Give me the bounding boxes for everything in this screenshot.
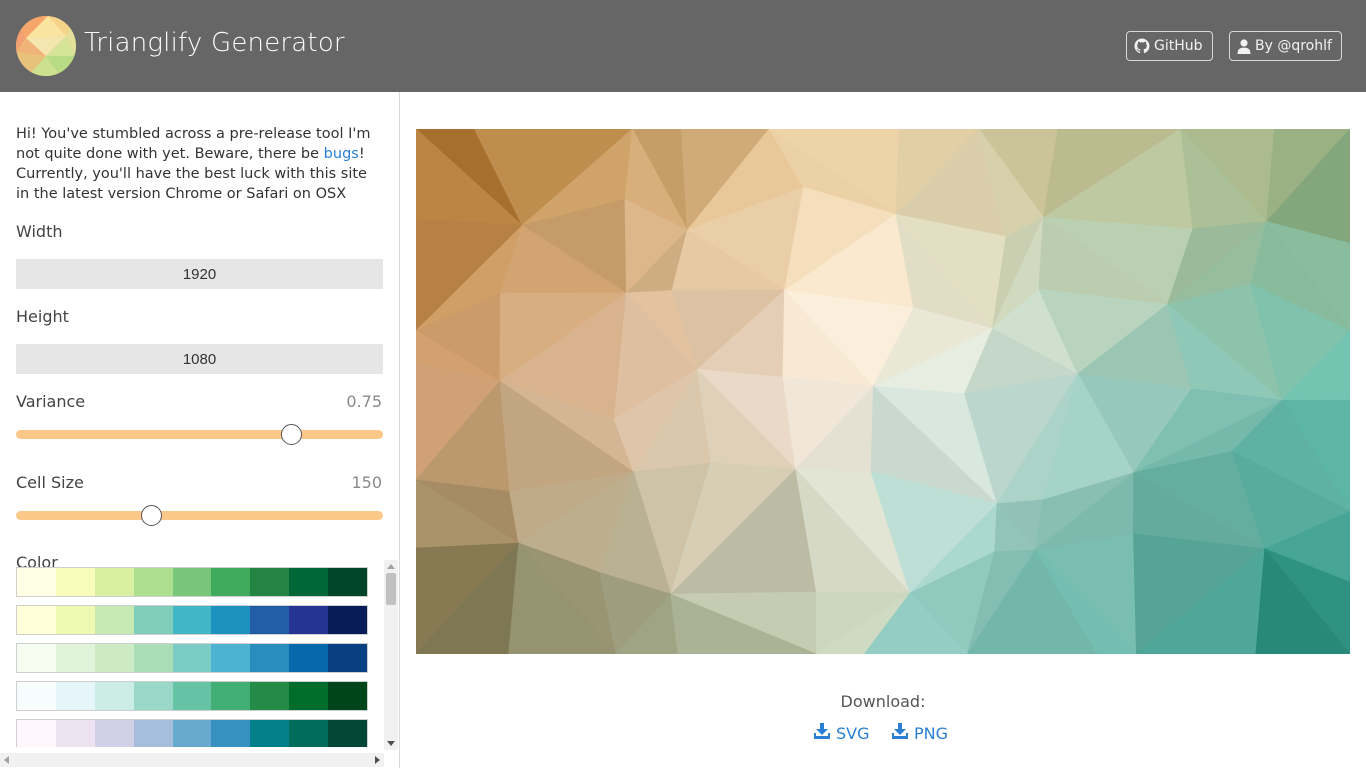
- github-button[interactable]: GitHub: [1126, 31, 1213, 61]
- palette-swatch: [172, 644, 212, 672]
- palette-swatch: [55, 644, 95, 672]
- cell-size-slider[interactable]: [16, 503, 383, 527]
- palette-swatch: [94, 720, 134, 747]
- variance-slider[interactable]: [16, 422, 383, 446]
- palette-swatch: [250, 568, 290, 596]
- author-button[interactable]: By @qrohlf: [1229, 31, 1342, 61]
- palette-swatch: [289, 720, 329, 747]
- palette-swatch: [289, 644, 329, 672]
- download-png-link[interactable]: PNG: [892, 723, 948, 743]
- palette-swatch: [289, 568, 329, 596]
- palette-swatch: [133, 720, 173, 747]
- palette-swatch: [17, 644, 56, 672]
- width-input[interactable]: [16, 259, 383, 289]
- palette-swatch: [55, 720, 95, 747]
- scroll-left-arrow-icon[interactable]: [4, 756, 9, 764]
- download-label: Download:: [840, 692, 926, 711]
- width-label: Width: [16, 222, 63, 241]
- user-icon: [1237, 38, 1251, 54]
- palette-swatch: [328, 682, 368, 710]
- cell-size-value: 150: [351, 473, 382, 492]
- palette-swatch: [211, 644, 251, 672]
- color-palette-list: [16, 567, 368, 747]
- palette-swatch: [211, 720, 251, 747]
- intro-text-part-1: Hi! You've stumbled across a pre-release…: [16, 126, 371, 162]
- palette-swatch: [94, 606, 134, 634]
- palette-swatch: [289, 682, 329, 710]
- scroll-up-arrow-icon[interactable]: [387, 564, 395, 569]
- trianglify-pattern-image: [416, 129, 1350, 654]
- download-svg-link[interactable]: SVG: [814, 723, 870, 743]
- palette-swatch: [17, 606, 56, 634]
- pattern-preview: [416, 129, 1350, 654]
- intro-text: Hi! You've stumbled across a pre-release…: [16, 124, 384, 204]
- palette-scrollbar-vertical[interactable]: [384, 560, 398, 750]
- github-label: GitHub: [1154, 38, 1203, 54]
- color-palette-option[interactable]: [16, 605, 368, 635]
- cell-size-label: Cell Size: [16, 473, 84, 492]
- palette-swatch: [133, 644, 173, 672]
- bugs-link[interactable]: bugs: [324, 146, 359, 162]
- settings-sidebar: Hi! You've stumbled across a pre-release…: [0, 92, 400, 768]
- scroll-down-arrow-icon[interactable]: [387, 741, 395, 746]
- palette-swatch: [250, 682, 290, 710]
- color-palette-option[interactable]: [16, 681, 368, 711]
- palette-swatch: [17, 682, 56, 710]
- height-input[interactable]: [16, 344, 383, 374]
- palette-swatch: [328, 720, 368, 747]
- palette-swatch: [172, 720, 212, 747]
- app-title: Trianglify Generator: [84, 28, 345, 58]
- palette-swatch: [94, 682, 134, 710]
- github-icon: [1134, 38, 1150, 54]
- palette-swatch: [250, 644, 290, 672]
- palette-swatch: [328, 606, 368, 634]
- variance-value: 0.75: [346, 392, 382, 411]
- palette-swatch: [328, 644, 368, 672]
- sidebar-scrollbar-horizontal[interactable]: [0, 753, 384, 767]
- cell-size-slider-thumb[interactable]: [141, 505, 162, 526]
- palette-swatch: [133, 682, 173, 710]
- color-palette-option[interactable]: [16, 719, 368, 747]
- palette-swatch: [289, 606, 329, 634]
- download-png-label: PNG: [914, 723, 949, 743]
- scrollbar-thumb[interactable]: [386, 573, 396, 605]
- palette-swatch: [172, 568, 212, 596]
- download-svg-label: SVG: [836, 723, 870, 743]
- color-palette-option[interactable]: [16, 567, 368, 597]
- palette-swatch: [94, 644, 134, 672]
- download-icon: [814, 723, 830, 743]
- variance-slider-track[interactable]: [16, 430, 383, 439]
- palette-swatch: [94, 568, 134, 596]
- app-header: Trianglify Generator GitHub By @qrohlf: [0, 0, 1366, 92]
- palette-swatch: [211, 682, 251, 710]
- palette-swatch: [172, 682, 212, 710]
- palette-swatch: [55, 682, 95, 710]
- palette-swatch: [17, 720, 56, 747]
- color-palette-option[interactable]: [16, 643, 368, 673]
- variance-slider-thumb[interactable]: [281, 424, 302, 445]
- palette-swatch: [55, 568, 95, 596]
- palette-swatch: [55, 606, 95, 634]
- scroll-right-arrow-icon[interactable]: [375, 756, 380, 764]
- palette-swatch: [172, 606, 212, 634]
- palette-swatch: [250, 606, 290, 634]
- cell-size-slider-track[interactable]: [16, 511, 383, 520]
- trianglify-logo: [16, 16, 76, 76]
- author-label: By @qrohlf: [1255, 38, 1332, 54]
- palette-swatch: [250, 720, 290, 747]
- variance-label: Variance: [16, 392, 86, 411]
- palette-swatch: [133, 568, 173, 596]
- palette-swatch: [133, 606, 173, 634]
- palette-swatch: [17, 568, 56, 596]
- palette-swatch: [211, 606, 251, 634]
- height-label: Height: [16, 307, 69, 326]
- download-icon: [892, 723, 908, 743]
- palette-swatch: [328, 568, 368, 596]
- palette-swatch: [211, 568, 251, 596]
